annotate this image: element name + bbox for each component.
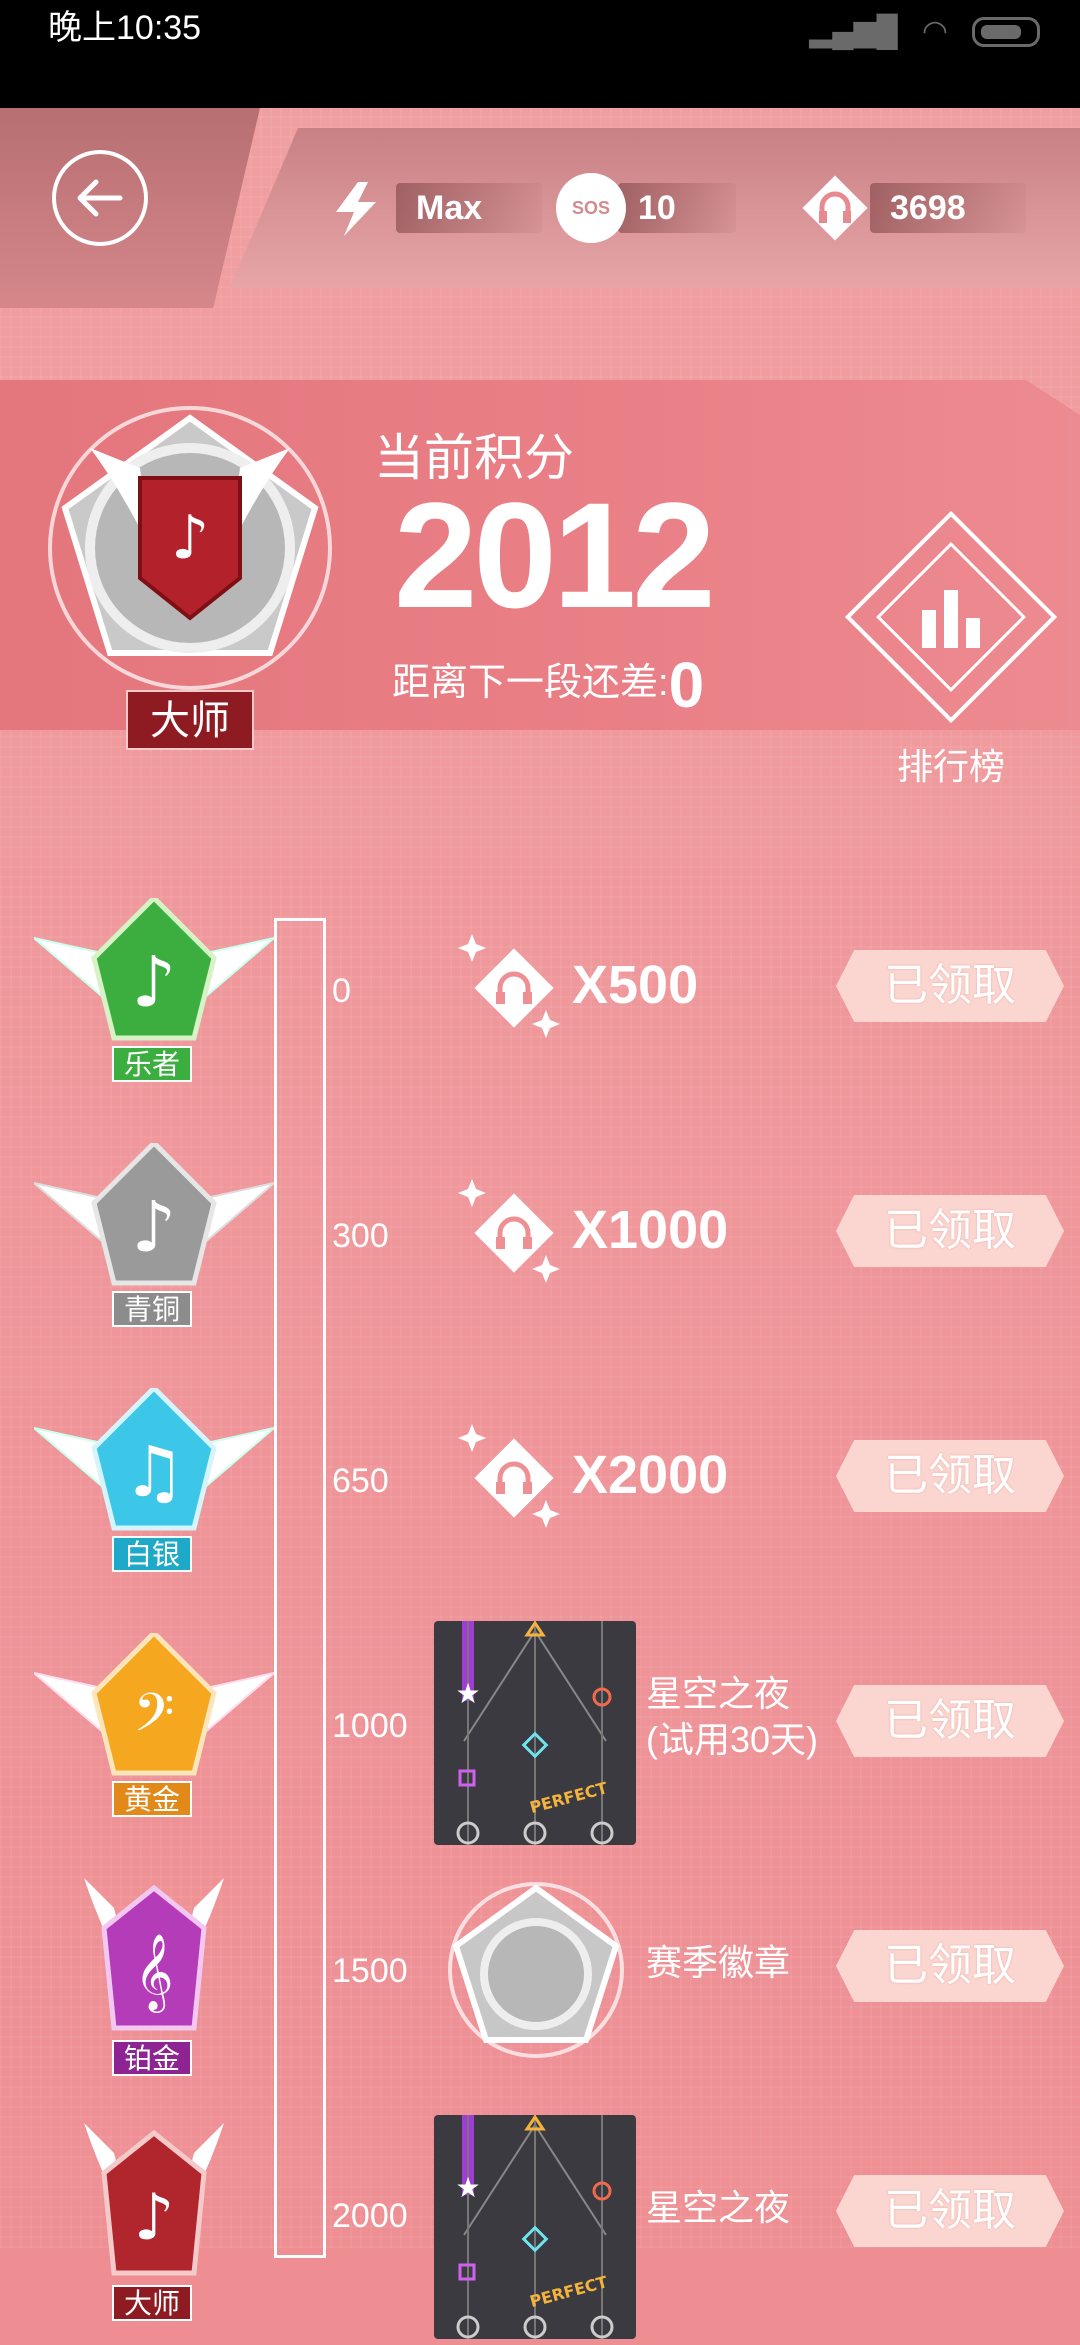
tier-row: ♪ 大师 2000 ★ PERFECT 星空之夜 已领取: [0, 2115, 1080, 2345]
tier-name: 大师: [112, 2285, 192, 2321]
tier-score: 1500: [332, 1952, 408, 1990]
claimed-button[interactable]: 已领取: [836, 1685, 1064, 1757]
lightning-icon: [336, 182, 376, 236]
svg-text:★: ★: [455, 1677, 480, 1710]
headphone-coin-icon: [802, 175, 868, 241]
svg-text:♪: ♪: [171, 503, 209, 573]
sos-value: 10: [618, 183, 736, 233]
claimed-button[interactable]: 已领取: [836, 1195, 1064, 1267]
claimed-button[interactable]: 已领取: [836, 950, 1064, 1022]
battery-icon: [972, 16, 1040, 47]
signal-icon: ▂▄▆█: [809, 15, 898, 48]
leaderboard-label: 排行榜: [896, 746, 1005, 787]
skin-thumbnail: ★ PERFECT: [434, 1621, 636, 1845]
tier-row: ♪ 青铜 300 X1000 已领取: [0, 1143, 1080, 1365]
svg-text:PERFECT: PERFECT: [528, 1778, 610, 1817]
score-value: 2012: [394, 471, 716, 639]
tier-row: ♫ 白银 650 X2000 已领取: [0, 1388, 1080, 1610]
svg-text:♪: ♪: [132, 941, 177, 1023]
next-rank-value: 0: [668, 649, 705, 721]
sos-stat: SOS 10: [556, 173, 736, 243]
wifi-icon: ◠: [921, 15, 948, 48]
tier-score: 2000: [332, 2197, 408, 2235]
status-bar: 晚上10:35 ▂▄▆█ ◠: [0, 0, 1080, 108]
sos-icon: SOS: [556, 173, 626, 243]
tier-name: 黄金: [112, 1781, 192, 1817]
leaderboard-button[interactable]: 排行榜: [844, 510, 1058, 802]
claimed-button[interactable]: 已领取: [836, 2175, 1064, 2247]
rank-rewards-page: Max SOS 10 3698 ♪ 大师 当前积分 2012 距离下一段还差:0: [0, 108, 1080, 2339]
status-time: 晚上10:35: [48, 9, 202, 47]
svg-text:♫: ♫: [123, 1431, 186, 1513]
energy-stat: Max: [326, 178, 543, 238]
tier-score: 300: [332, 1217, 389, 1255]
claimed-button[interactable]: 已领取: [836, 1930, 1064, 2002]
reward-count: X2000: [572, 1445, 729, 1505]
master-rank-emblem-icon: ♪: [48, 406, 332, 690]
headphone-coin-icon: [458, 1424, 560, 1528]
tier-score: 0: [332, 972, 351, 1010]
next-rank-gap: 距离下一段还差:0: [392, 648, 704, 722]
headphone-coin-icon: [458, 934, 560, 1038]
reward-count: X500: [572, 955, 699, 1015]
headphone-coin-icon: [458, 1179, 560, 1283]
svg-text:★: ★: [455, 2171, 480, 2204]
claimed-button[interactable]: 已领取: [836, 1440, 1064, 1512]
reward-name: 赛季徽章: [646, 1942, 791, 1983]
energy-value: Max: [396, 183, 543, 233]
tier-row: 𝄢 黄金 1000 ★ PERFECT 星空之夜 (试用30天) 已领取: [0, 1621, 1080, 1855]
current-rank-label: 大师: [126, 690, 254, 750]
tier-row: ♪ 乐者 0 X500 已领取: [0, 898, 1080, 1120]
reward-name: 星空之夜 (试用30天): [646, 1673, 819, 1760]
svg-text:PERFECT: PERFECT: [528, 2272, 610, 2311]
tier-name: 乐者: [112, 1046, 192, 1082]
svg-text:𝄢: 𝄢: [133, 1683, 174, 1757]
coin-value: 3698: [870, 183, 1026, 233]
back-button[interactable]: [52, 150, 148, 246]
tier-row: 𝄞 铂金 1500 赛季徽章 已领取: [0, 1878, 1080, 2100]
skin-thumbnail: ★ PERFECT: [434, 2115, 636, 2339]
status-icons: ▂▄▆█ ◠: [809, 14, 1040, 49]
reward-count: X1000: [572, 1200, 729, 1260]
svg-text:♪: ♪: [134, 2181, 175, 2255]
tier-score: 650: [332, 1462, 389, 1500]
next-rank-label: 距离下一段还差:: [392, 662, 669, 705]
tier-score: 1000: [332, 1707, 408, 1745]
top-bar: Max SOS 10 3698: [0, 108, 1080, 308]
bar-chart-icon: [922, 590, 980, 648]
svg-text:♪: ♪: [132, 1186, 177, 1268]
coin-stat: 3698: [800, 175, 1026, 241]
arrow-left-icon: [77, 179, 123, 217]
season-badge-icon: [448, 1882, 624, 2058]
tier-name: 铂金: [112, 2040, 192, 2076]
reward-name: 星空之夜: [646, 2187, 791, 2228]
svg-text:𝄞: 𝄞: [134, 1933, 173, 2013]
tier-name: 青铜: [112, 1291, 192, 1327]
tier-name: 白银: [112, 1536, 192, 1572]
